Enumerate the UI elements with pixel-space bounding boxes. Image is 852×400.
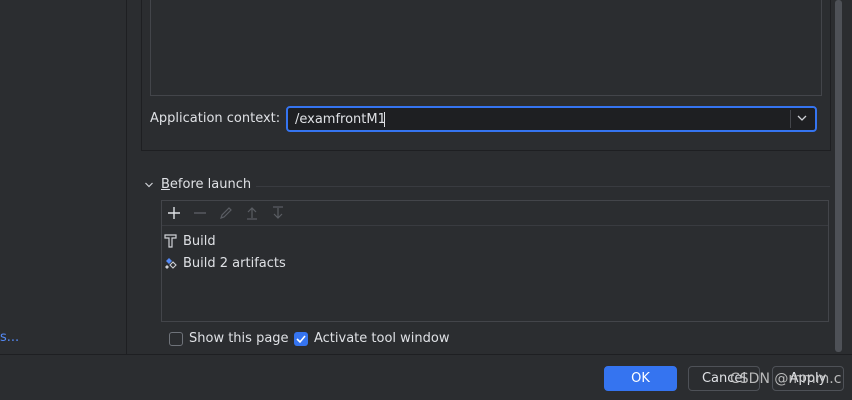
text-caret	[384, 112, 385, 127]
before-launch-title-rest: efore launch	[169, 177, 252, 192]
application-context-label: Application context:	[150, 111, 281, 126]
show-this-page-checkbox[interactable]	[169, 332, 183, 346]
edit-icon[interactable]	[218, 205, 234, 221]
activate-tool-window-label[interactable]: Activate tool window	[314, 331, 449, 346]
artifacts-icon	[165, 258, 177, 269]
show-this-page-label[interactable]: Show this page	[189, 331, 289, 346]
left-config-panel	[0, 0, 127, 354]
move-down-icon[interactable]	[270, 205, 286, 221]
item-label: Build	[183, 233, 216, 249]
collapse-chevron-icon[interactable]	[144, 180, 154, 190]
csdn-watermark: CSDN @mmm.c	[730, 371, 842, 387]
left-panel-link[interactable]: s...	[0, 330, 19, 345]
before-launch-item-artifacts[interactable]: Build 2 artifacts	[163, 253, 286, 273]
before-launch-toolbar	[162, 201, 828, 226]
add-icon[interactable]	[166, 205, 182, 221]
application-context-value[interactable]: /examfrontM1	[295, 112, 386, 127]
chevron-down-icon[interactable]	[796, 112, 808, 124]
before-launch-mnemonic: B	[161, 177, 170, 192]
checkmark-icon	[296, 335, 306, 344]
before-launch-title[interactable]: Before launch	[161, 177, 251, 192]
ok-button[interactable]: OK	[604, 366, 677, 391]
before-launch-item-build[interactable]: Build	[163, 231, 216, 251]
text-area[interactable]	[150, 0, 822, 96]
activate-tool-window-checkbox[interactable]	[294, 332, 308, 346]
section-divider	[256, 186, 830, 187]
application-context-combobox[interactable]: /examfrontM1	[286, 106, 817, 132]
item-label: Build 2 artifacts	[183, 255, 286, 271]
combobox-separator	[790, 110, 791, 128]
remove-icon[interactable]	[192, 205, 208, 221]
move-up-icon[interactable]	[244, 205, 260, 221]
build-hammer-icon	[164, 234, 177, 248]
scrollbar-thumb[interactable]	[835, 0, 842, 352]
